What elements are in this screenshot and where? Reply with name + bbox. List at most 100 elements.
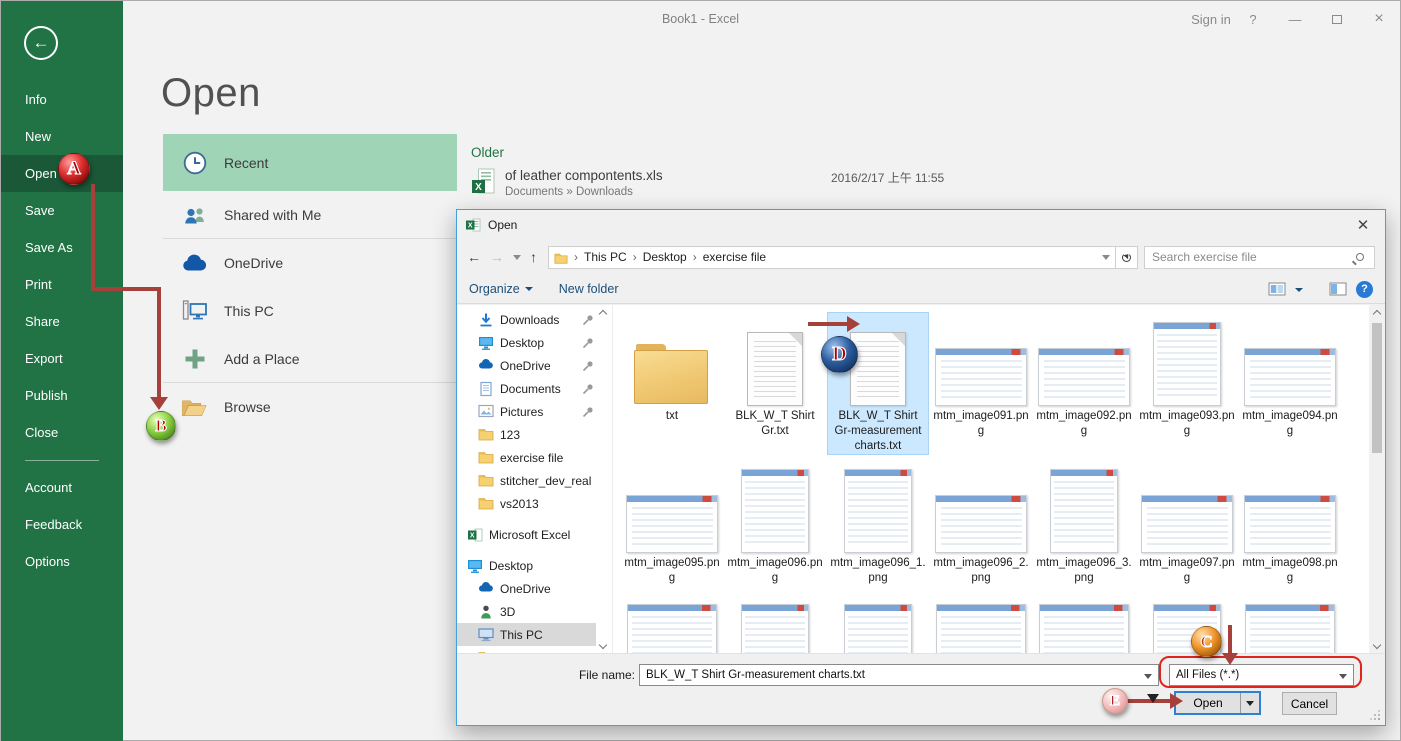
tree-scroll-up-icon[interactable] — [596, 305, 610, 319]
sidebar-item[interactable]: Publish — [1, 377, 123, 414]
sidebar-item[interactable]: Account — [1, 469, 123, 506]
file-tile[interactable] — [1034, 602, 1134, 653]
list-scroll-up-icon[interactable] — [1370, 305, 1384, 319]
file-tile[interactable]: txt — [622, 313, 722, 454]
file-tile[interactable] — [931, 602, 1031, 653]
organize-menu[interactable]: Organize — [469, 282, 533, 296]
open-button[interactable]: Open — [1174, 691, 1261, 715]
open-split-caret-icon[interactable] — [1240, 693, 1259, 713]
search-input[interactable]: Search exercise file — [1144, 246, 1375, 269]
tree-item[interactable]: Documents — [457, 377, 596, 400]
open-place-item[interactable]: OneDrive — [163, 239, 457, 287]
file-thumbnail — [1141, 495, 1233, 553]
tree-item[interactable]: vs2013 — [457, 492, 596, 515]
tree-item[interactable]: Desktop — [457, 554, 596, 577]
excel-file-icon: X — [471, 168, 495, 198]
sidebar-item[interactable]: Close — [1, 414, 123, 451]
file-tile[interactable]: BLK_W_T Shirt Gr-measurement charts.txt — [828, 313, 928, 454]
new-folder-button[interactable]: New folder — [559, 282, 619, 296]
file-list-scrollbar[interactable] — [1369, 305, 1385, 653]
sidebar-item[interactable]: Info — [1, 81, 123, 118]
open-place-item[interactable]: Shared with Me — [163, 191, 457, 239]
nav-history-chevron-icon[interactable] — [513, 255, 521, 260]
open-place-item[interactable]: Recent — [163, 134, 457, 191]
file-tile[interactable]: mtm_image092.png — [1034, 313, 1134, 454]
file-tile[interactable]: BLK_W_T Shirt Gr.txt — [725, 313, 825, 454]
preview-pane-icon[interactable] — [1329, 281, 1348, 298]
breadcrumb[interactable]: › This PC › Desktop › exercise file — [548, 246, 1116, 269]
nav-forward-icon[interactable]: → — [490, 249, 504, 265]
tree-scrollbar[interactable] — [596, 305, 610, 653]
open-place-item[interactable]: Add a Place — [163, 335, 457, 383]
sidebar-item[interactable]: Feedback — [1, 506, 123, 543]
sign-in-link[interactable]: Sign in — [1190, 12, 1232, 27]
clock-icon — [181, 151, 208, 175]
sidebar-item[interactable]: Print — [1, 266, 123, 303]
minimize-icon[interactable]: — — [1274, 12, 1316, 27]
tree-scroll-down-icon[interactable] — [596, 639, 610, 653]
file-tile[interactable]: mtm_image096.png — [725, 460, 825, 586]
pin-icon — [582, 314, 594, 326]
tree-item[interactable]: exercise file — [457, 446, 596, 469]
sidebar-item[interactable]: Save — [1, 192, 123, 229]
cancel-button[interactable]: Cancel — [1282, 692, 1337, 715]
downloads-icon — [478, 312, 494, 328]
open-place-item[interactable]: This PC — [163, 287, 457, 335]
nav-back-icon[interactable]: ← — [467, 249, 481, 265]
tree-item[interactable]: Downloads — [457, 308, 596, 331]
dialog-close-icon[interactable]: ✕ — [1341, 210, 1385, 239]
maximize-icon[interactable] — [1316, 12, 1358, 27]
file-tile[interactable]: mtm_image091.png — [931, 313, 1031, 454]
tree-item[interactable]: Desktop — [457, 331, 596, 354]
file-tile[interactable]: mtm_image095.png — [622, 460, 722, 586]
tree-item[interactable]: 123 — [457, 423, 596, 446]
dialog-help-icon[interactable]: ? — [1356, 281, 1373, 298]
file-tile[interactable] — [1137, 602, 1237, 653]
back-arrow-button[interactable]: ← — [24, 26, 58, 60]
recent-file-name: of leather compontents.xls — [505, 168, 663, 183]
view-thumbnails-icon[interactable] — [1268, 281, 1287, 298]
tree-item[interactable]: X Microsoft Excel — [457, 523, 596, 546]
combo-caret-icon[interactable] — [1144, 674, 1152, 679]
sidebar-item[interactable]: Save As — [1, 229, 123, 266]
sidebar-item[interactable]: Options — [1, 543, 123, 580]
file-tile[interactable] — [725, 602, 825, 653]
file-tile[interactable]: mtm_image097.png — [1137, 460, 1237, 586]
file-tile[interactable]: mtm_image096_2.png — [931, 460, 1031, 586]
nav-up-icon[interactable]: ↑ — [530, 249, 537, 265]
tree-item[interactable] — [457, 646, 596, 653]
breadcrumb-exercise-file[interactable]: exercise file — [703, 250, 766, 264]
file-tile[interactable] — [622, 602, 722, 653]
recent-file-date: 2016/2/17 上午 11:55 — [831, 169, 944, 186]
breadcrumb-desktop[interactable]: Desktop — [643, 250, 687, 264]
tree-item[interactable]: OneDrive — [457, 577, 596, 600]
resize-grip[interactable] — [1378, 718, 1380, 720]
tree-item[interactable]: OneDrive — [457, 354, 596, 377]
file-name-input[interactable]: BLK_W_T Shirt Gr-measurement charts.txt — [639, 664, 1159, 686]
tree-item[interactable]: Pictures — [457, 400, 596, 423]
sidebar-item[interactable]: Share — [1, 303, 123, 340]
address-dropdown-icon[interactable] — [1102, 255, 1110, 260]
help-icon[interactable]: ? — [1232, 12, 1274, 27]
scrollbar-thumb[interactable] — [1372, 323, 1382, 453]
view-options-caret-icon[interactable] — [1295, 288, 1303, 292]
tree-item[interactable]: This PC — [457, 623, 596, 646]
recent-file-item[interactable]: X of leather compontents.xls Documents »… — [471, 168, 1031, 198]
pin-icon — [582, 383, 594, 395]
sidebar-item[interactable]: Export — [1, 340, 123, 377]
list-scroll-down-icon[interactable] — [1370, 639, 1384, 653]
tree-item[interactable]: stitcher_dev_real — [457, 469, 596, 492]
open-place-item[interactable]: Browse — [163, 383, 457, 431]
file-tile[interactable] — [1240, 602, 1340, 653]
file-tile[interactable]: mtm_image093.png — [1137, 313, 1237, 454]
file-tile[interactable]: mtm_image094.png — [1240, 313, 1340, 454]
close-icon[interactable]: × — [1358, 10, 1400, 28]
file-tile[interactable]: mtm_image098.png — [1240, 460, 1340, 586]
file-tile[interactable]: mtm_image096_1.png — [828, 460, 928, 586]
file-tile[interactable]: mtm_image096_3.png — [1034, 460, 1134, 586]
file-tile[interactable] — [828, 602, 928, 653]
tree-item[interactable]: 3D — [457, 600, 596, 623]
sidebar-item[interactable]: New — [1, 118, 123, 155]
breadcrumb-this-pc[interactable]: This PC — [584, 250, 627, 264]
refresh-button[interactable] — [1116, 246, 1138, 269]
